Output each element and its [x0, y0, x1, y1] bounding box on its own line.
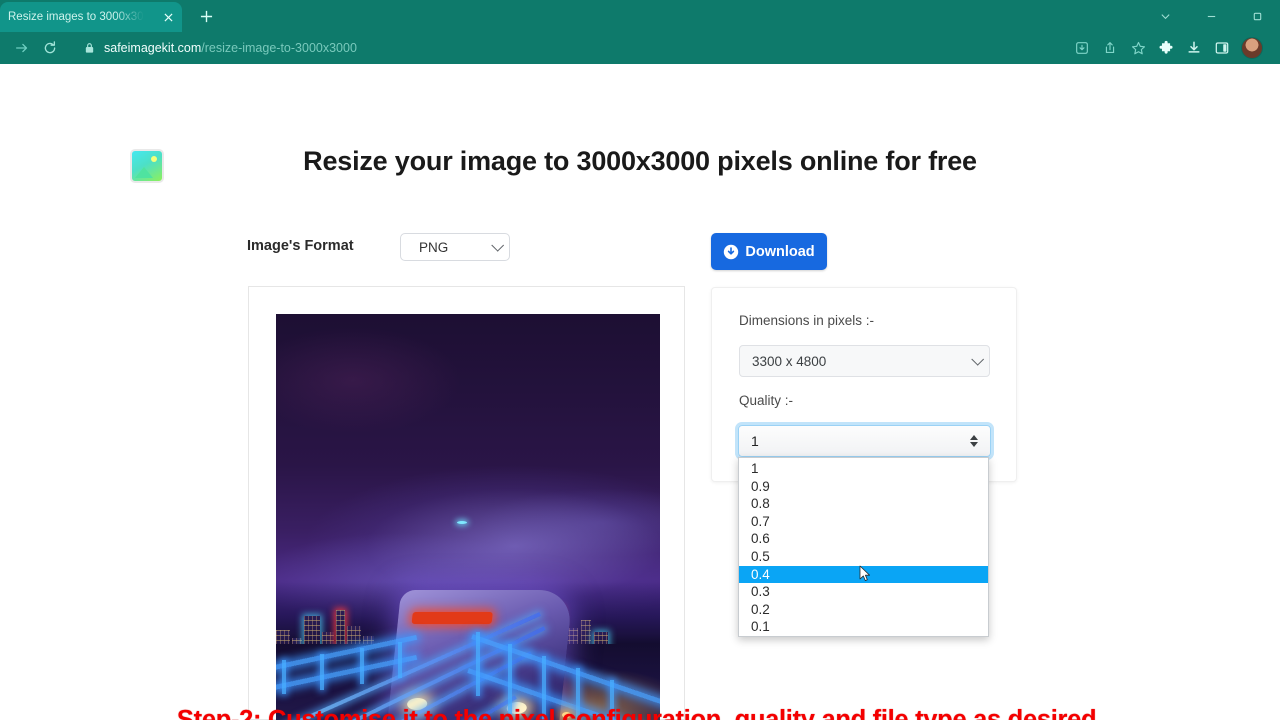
- extensions-puzzle-icon[interactable]: [1152, 34, 1180, 62]
- dimensions-value: 3300 x 4800: [752, 353, 827, 369]
- profile-avatar[interactable]: [1241, 37, 1263, 59]
- chevron-down-icon: [491, 238, 505, 252]
- image-format-value: PNG: [419, 239, 449, 255]
- maximize-icon[interactable]: [1234, 0, 1280, 32]
- dimensions-select[interactable]: 3300 x 4800: [739, 345, 990, 377]
- minimize-icon[interactable]: [1188, 0, 1234, 32]
- image-format-select[interactable]: PNG: [400, 233, 510, 261]
- download-circle-icon: [723, 244, 739, 260]
- bookmark-star-icon[interactable]: [1124, 34, 1152, 62]
- quality-value: 1: [751, 433, 759, 449]
- tab-strip: Resize images to 3000x3000 pix: [0, 0, 1280, 32]
- chevron-down-icon: [971, 352, 985, 366]
- quality-option[interactable]: 0.3: [739, 583, 988, 601]
- quality-select[interactable]: 1: [738, 425, 991, 457]
- dimensions-label: Dimensions in pixels :-: [739, 313, 875, 328]
- url-path: /resize-image-to-3000x3000: [201, 41, 357, 55]
- toolbar-actions: [1068, 34, 1272, 62]
- image-format-label: Image's Format: [247, 238, 354, 254]
- new-tab-button[interactable]: [192, 2, 220, 30]
- side-panel-icon[interactable]: [1208, 34, 1236, 62]
- downloads-icon[interactable]: [1180, 34, 1208, 62]
- quality-option[interactable]: 0.4: [739, 565, 988, 584]
- quality-dropdown-list[interactable]: 1 0.9 0.8 0.7 0.6 0.5 0.4 0.3 0.2 0.1: [738, 457, 989, 637]
- page-title: Resize your image to 3000x3000 pixels on…: [303, 146, 977, 176]
- quality-option[interactable]: 0.9: [739, 478, 988, 496]
- window-controls: [1142, 0, 1280, 32]
- quality-option[interactable]: 0.7: [739, 513, 988, 531]
- browser-chrome: Resize images to 3000x3000 pix: [0, 0, 1280, 64]
- chevron-down-icon[interactable]: [1142, 0, 1188, 32]
- forward-arrow-icon[interactable]: [8, 34, 36, 62]
- lock-icon: [84, 42, 95, 54]
- quality-option[interactable]: 1: [739, 460, 988, 478]
- download-button[interactable]: Download: [711, 233, 827, 270]
- url-text: safeimagekit.com/resize-image-to-3000x30…: [104, 41, 357, 55]
- image-preview-panel: [248, 286, 685, 720]
- install-app-icon[interactable]: [1068, 34, 1096, 62]
- quality-option[interactable]: 0.1: [739, 618, 988, 636]
- quality-option[interactable]: 0.2: [739, 601, 988, 619]
- spinner-arrows-icon: [970, 435, 978, 447]
- url-domain: safeimagekit.com: [104, 41, 202, 55]
- browser-toolbar: safeimagekit.com/resize-image-to-3000x30…: [0, 32, 1280, 64]
- page-content: Resize your image to 3000x3000 pixels on…: [0, 64, 1280, 720]
- address-bar[interactable]: safeimagekit.com/resize-image-to-3000x30…: [74, 35, 1062, 61]
- tutorial-caption: Step-2: Customise it to the pixel config…: [176, 706, 1104, 720]
- close-icon[interactable]: [160, 9, 176, 25]
- quality-option[interactable]: 0.6: [739, 530, 988, 548]
- download-button-label: Download: [745, 243, 815, 260]
- reload-icon[interactable]: [36, 34, 64, 62]
- quality-label: Quality :-: [739, 393, 794, 408]
- browser-tab[interactable]: Resize images to 3000x3000 pix: [0, 2, 182, 32]
- preview-star-streak: [457, 521, 467, 524]
- image-preview: [276, 314, 660, 720]
- tab-title: Resize images to 3000x3000 pix: [8, 11, 144, 23]
- quality-option[interactable]: 0.8: [739, 495, 988, 513]
- quality-option[interactable]: 0.5: [739, 548, 988, 566]
- share-icon[interactable]: [1096, 34, 1124, 62]
